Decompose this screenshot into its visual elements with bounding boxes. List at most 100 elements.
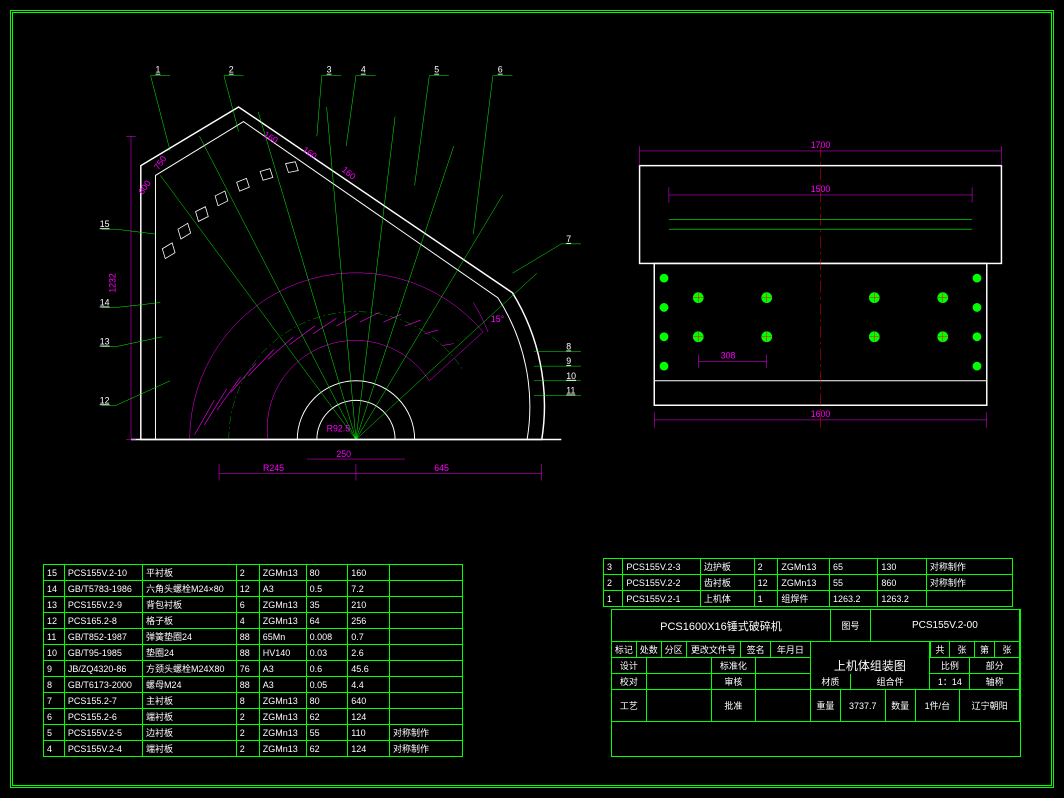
callout-2: 2 — [229, 65, 234, 75]
bom-cell-code: GB/T95-1985 — [64, 645, 142, 661]
bom-cell-b: 130 — [878, 559, 926, 575]
lbl-qty: 数量 — [886, 690, 916, 722]
dim-250: 250 — [336, 449, 351, 459]
bom-cell-a: 55 — [306, 725, 348, 741]
bom-cell-code: PCS155V.2-10 — [64, 565, 142, 581]
callout-15: 15 — [100, 219, 110, 229]
bom-cell-code: GB/T6173-2000 — [64, 677, 142, 693]
bom-cell-a: 65 — [829, 559, 877, 575]
bom-cell-b: 256 — [348, 613, 390, 629]
bom-row: 1PCS155V.2-1上机体1组焊件1263.21263.2 — [604, 591, 1013, 607]
bom-row: 2PCS155V.2-2齿衬板12ZGMn1355860对称制作 — [604, 575, 1013, 591]
bom-cell-b: 160 — [348, 565, 390, 581]
bom-cell-note — [389, 581, 462, 597]
bom-cell-b: 0.7 — [348, 629, 390, 645]
bom-cell-no: 9 — [44, 661, 65, 677]
bom-cell-code: PCS155V.2-4 — [64, 741, 142, 757]
dim-1500: 1500 — [811, 184, 831, 194]
bom-cell-b: 110 — [348, 725, 390, 741]
bom-cell-mat: ZGMn13 — [259, 597, 306, 613]
bom-cell-note — [389, 709, 462, 725]
callout-4: 4 — [361, 65, 366, 75]
bom-cell-mat: A3 — [259, 661, 306, 677]
lbl-approve: 批准 — [712, 690, 757, 722]
bom-cell-note: 对称制作 — [389, 725, 462, 741]
callout-7: 7 — [566, 234, 571, 244]
callout-3: 3 — [327, 65, 332, 75]
bom-row: 11GB/T852-1987弹簧垫圈248865Mn0.0080.7 — [44, 629, 463, 645]
bom-table-right: 3PCS155V.2-3边护板2ZGMn1365130对称制作2PCS155V.… — [603, 558, 1013, 607]
bom-cell-name: 螺母M24 — [143, 677, 237, 693]
bom-cell-code: PCS155V.2-3 — [623, 559, 700, 575]
bom-cell-no: 12 — [44, 613, 65, 629]
bom-cell-name: 垫圈24 — [143, 645, 237, 661]
bom-cell-no: 11 — [44, 629, 65, 645]
bom-cell-b: 2.6 — [348, 645, 390, 661]
bom-cell-a: 0.05 — [306, 677, 348, 693]
bom-cell-qty: 8 — [236, 693, 259, 709]
bom-cell-a: 0.008 — [306, 629, 348, 645]
dim-160-1: 160 — [262, 129, 280, 145]
bom-cell-b: 210 — [348, 597, 390, 613]
bom-cell-code: PCS155V.2-9 — [64, 597, 142, 613]
bom-cell-note — [389, 645, 462, 661]
dim-160-2: 160 — [301, 144, 319, 161]
bom-cell-qty: 76 — [236, 661, 259, 677]
bom-cell-mat: ZGMn13 — [259, 741, 306, 757]
bom-cell-mat: 65Mn — [259, 629, 306, 645]
callout-5: 5 — [434, 65, 439, 75]
bom-row: 4PCS155V.2-4端衬板2ZGMn1362124对称制作 — [44, 741, 463, 757]
lbl-scale: 比例 — [930, 658, 970, 674]
bom-cell-name: 弹簧垫圈24 — [143, 629, 237, 645]
lbl-standard: 标准化 — [712, 658, 757, 674]
bom-cell-b: 640 — [348, 693, 390, 709]
bom-row: 15PCS155V.2-10平衬板2ZGMn1380160 — [44, 565, 463, 581]
bom-cell-qty: 4 — [236, 613, 259, 629]
bom-cell-name: 背包衬板 — [143, 597, 237, 613]
dim-r92: R92.5 — [327, 424, 351, 434]
drawing-frame-inner: 15° 1232 R245 250 — [12, 12, 1052, 786]
bom-cell-qty: 12 — [236, 581, 259, 597]
bom-cell-note — [389, 661, 462, 677]
lbl-mark: 标记 — [612, 642, 637, 658]
bom-cell-mat: ZGMn13 — [259, 613, 306, 629]
bom-cell-name: 齿衬板 — [700, 575, 754, 591]
lbl-check: 校对 — [612, 674, 647, 690]
bom-cell-b: 860 — [878, 575, 926, 591]
bom-cell-no: 6 — [44, 709, 65, 725]
mass: 3737.7 — [841, 690, 886, 722]
section-val: 部分 — [970, 658, 1020, 674]
lbl-section: 处数 — [637, 642, 662, 658]
bom-cell-qty: 1 — [754, 591, 778, 607]
dim-645: 645 — [434, 463, 449, 473]
bom-cell-a: 55 — [829, 575, 877, 591]
bom-cell-code: PCS155.2-7 — [64, 693, 142, 709]
bom-cell-mat: A3 — [259, 677, 306, 693]
left-view: 15° 1232 R245 250 — [100, 65, 581, 481]
bom-row: 3PCS155V.2-3边护板2ZGMn1365130对称制作 — [604, 559, 1013, 575]
bom-cell-no: 8 — [44, 677, 65, 693]
callout-8: 8 — [566, 342, 571, 352]
assembly-title: 上机体组装图 — [811, 642, 930, 690]
bom-cell-name: 方颈头螺栓M24X80 — [143, 661, 237, 677]
bom-cell-qty: 88 — [236, 677, 259, 693]
bom-row: 7PCS155.2-7主衬板8ZGMn1380640 — [44, 693, 463, 709]
dim-308: 308 — [721, 350, 736, 360]
bom-cell-a: 35 — [306, 597, 348, 613]
tables-wrap: 15PCS155V.2-10平衬板2ZGMn1380160 1 4 GB/T5783-… — [43, 527, 1021, 757]
callout-12: 12 — [100, 395, 110, 405]
bom-cell-a: 0.6 — [306, 661, 348, 677]
bom-cell-name: 端衬板 — [143, 741, 237, 757]
callout-13: 13 — [100, 337, 110, 347]
bom-cell-b: 7.2 — [348, 581, 390, 597]
bom-cell-mat: 组焊件 — [778, 591, 830, 607]
bom-cell-qty: 2 — [236, 709, 259, 725]
dim-1700: 1700 — [811, 140, 831, 150]
bom-cell-b: 45.6 — [348, 661, 390, 677]
bom-cell-a: 62 — [306, 741, 348, 757]
bom-cell-note: 对称制作 — [389, 741, 462, 757]
bom-cell-no: 10 — [44, 645, 65, 661]
lbl-review: 审核 — [712, 674, 757, 690]
bom-cell-code: GB/T5783-1986 — [64, 581, 142, 597]
bom-cell-mat: ZGMn13 — [259, 709, 306, 725]
